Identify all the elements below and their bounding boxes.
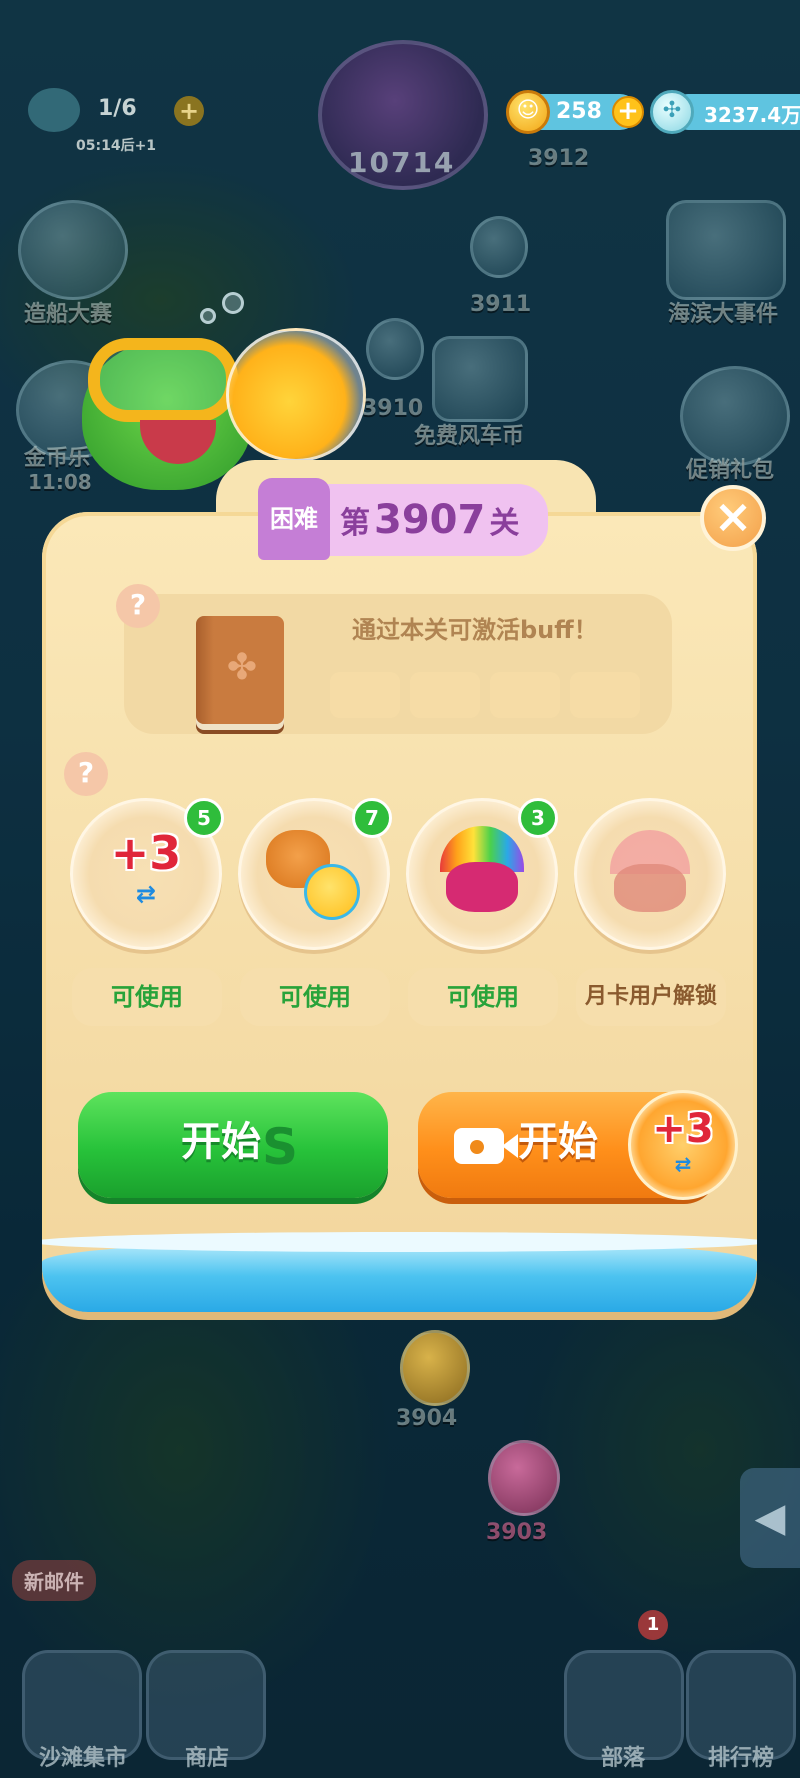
start-button-label: 开始 xyxy=(181,1119,261,1165)
level-node-3904[interactable]: 3904 xyxy=(396,1406,457,1431)
add-coins-button[interactable]: + xyxy=(612,96,644,128)
level-node-3910[interactable]: 3910 xyxy=(362,396,423,421)
start-button[interactable]: 开始 xyxy=(78,1092,388,1198)
windmill-emblem-icon: ✤ xyxy=(226,647,258,688)
coin-amount: 258 xyxy=(556,99,602,124)
video-camera-lens xyxy=(470,1140,484,1154)
add-lives-button[interactable]: + xyxy=(174,96,204,126)
event-gold-label: 金币乐 xyxy=(24,446,91,471)
owl-face-icon xyxy=(446,862,518,912)
event-beach-label: 海滨大事件 xyxy=(668,302,779,327)
buff-help-button[interactable]: ? xyxy=(116,584,160,628)
booster-status-locked: 月卡用户解锁 xyxy=(576,968,726,1026)
lives-timer: 05:14后+1 xyxy=(76,138,157,154)
nav-tribe-label: 部落 xyxy=(600,1746,645,1771)
event-promo-icon[interactable] xyxy=(680,366,790,466)
level-title-suffix: 关 xyxy=(489,506,520,541)
buff-progress-slot xyxy=(570,672,640,718)
swap-arrows-icon: ⇄ xyxy=(674,1152,692,1176)
booster-count-badge: 3 xyxy=(518,798,558,838)
event-shipbuilding-icon[interactable] xyxy=(18,200,128,300)
chick-in-bubble-mascot xyxy=(226,328,366,462)
level-node-3903-marker[interactable] xyxy=(488,1440,560,1516)
chick-icon xyxy=(304,864,360,920)
level-node-3910-marker[interactable] xyxy=(366,318,424,380)
coin-icon: ☺ xyxy=(506,90,550,134)
buff-progress-slot xyxy=(490,672,560,718)
air-bubble-medium xyxy=(200,308,216,324)
level-node-3904-marker[interactable] xyxy=(400,1330,470,1406)
nav-leaderboard-label: 排行榜 xyxy=(707,1746,774,1771)
locked-owl-face-icon xyxy=(614,864,686,912)
side-panel-arrow-icon[interactable]: ◀ xyxy=(740,1468,800,1568)
dialog-wave-footer xyxy=(42,1232,757,1312)
nav-shop-label: 商店 xyxy=(184,1746,229,1771)
video-bonus-text: +3 xyxy=(652,1106,714,1152)
buff-progress-slot xyxy=(330,672,400,718)
lives-lightning-icon[interactable] xyxy=(28,88,80,132)
booster-status: 可使用 xyxy=(408,968,558,1026)
level-title: 第 3907 关 xyxy=(340,490,519,554)
nav-tribe-badge: 1 xyxy=(638,1610,668,1640)
lives-count: 1/6 xyxy=(98,96,137,121)
air-bubble-small xyxy=(222,292,244,314)
level-node-3911-marker[interactable] xyxy=(470,216,528,278)
frog-goggles xyxy=(88,338,238,422)
plus3-text: +3 xyxy=(110,826,182,880)
nav-beach-market-label: 沙滩集市 xyxy=(38,1746,127,1771)
buff-progress-slot xyxy=(410,672,480,718)
level-node-3911[interactable]: 3911 xyxy=(470,292,531,317)
booster-count-badge: 5 xyxy=(184,798,224,838)
center-level-number: 10714 xyxy=(348,146,456,179)
close-button[interactable]: × xyxy=(700,485,766,551)
level-node-3912[interactable]: 3912 xyxy=(528,146,589,171)
buff-description: 通过本关可激活buff！ xyxy=(352,616,598,644)
free-windmill-icon[interactable] xyxy=(432,336,528,422)
video-start-label: 开始 xyxy=(518,1119,598,1165)
event-beach-icon[interactable] xyxy=(666,200,786,300)
booster-status: 可使用 xyxy=(72,968,222,1026)
lightning-icon: S xyxy=(262,1118,299,1176)
level-node-3903[interactable]: 3903 xyxy=(486,1520,547,1545)
level-title-prefix: 第 xyxy=(340,506,370,541)
booster-help-button[interactable]: ? xyxy=(64,752,108,796)
video-bonus-plus3-icon: +3 ⇄ xyxy=(640,1106,726,1176)
event-promo-label: 促销礼包 xyxy=(686,458,775,483)
new-mail-badge[interactable]: 新邮件 xyxy=(12,1560,96,1601)
swap-arrows-icon: ⇄ xyxy=(135,880,157,908)
free-windmill-label: 免费风车币 xyxy=(414,424,525,449)
plus3-moves-icon: +3 ⇄ xyxy=(100,826,192,908)
event-shipbuilding-label: 造船大赛 xyxy=(24,302,113,327)
windmill-coin-icon: ✣ xyxy=(650,90,694,134)
booster-count-badge: 7 xyxy=(352,798,392,838)
booster-status: 可使用 xyxy=(240,968,390,1026)
level-number: 3907 xyxy=(374,497,486,543)
windmill-amount: 3237.4万 xyxy=(704,103,800,127)
event-gold-timer: 11:08 xyxy=(28,470,92,494)
difficulty-tag: 困难 xyxy=(258,478,330,560)
